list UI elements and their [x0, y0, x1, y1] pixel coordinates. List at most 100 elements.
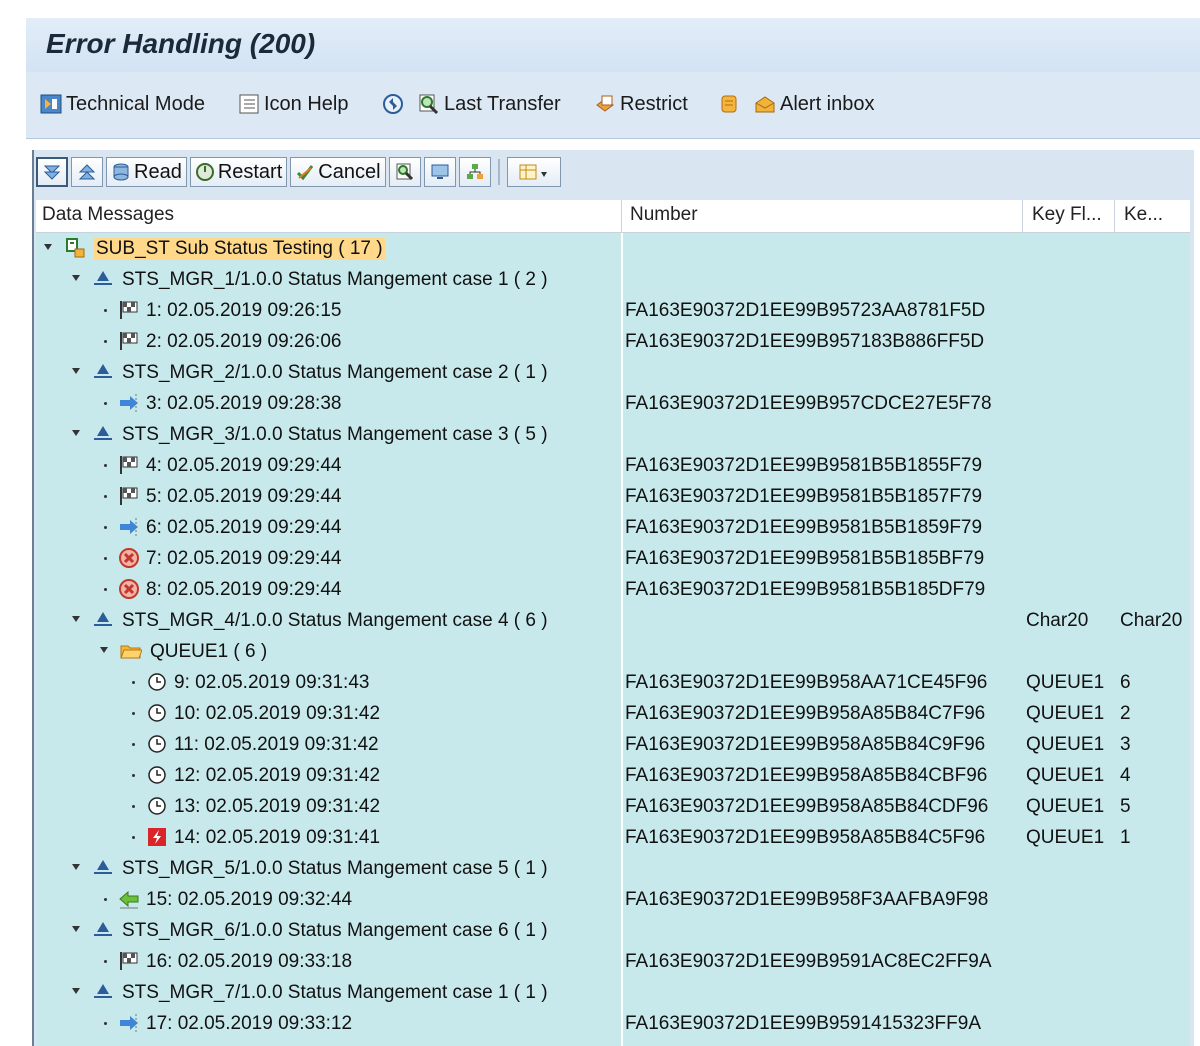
message-row[interactable]: 12: 02.05.2019 09:31:42 FA163E90372D1EE9…: [36, 760, 1190, 791]
service-icon: [66, 238, 85, 258]
message-number: FA163E90372D1EE99B9581B5B185DF79: [625, 579, 986, 600]
tree-dot: [104, 309, 107, 312]
message-row[interactable]: 1: 02.05.2019 09:26:15 FA163E90372D1EE99…: [36, 295, 1190, 326]
message-row[interactable]: 17: 02.05.2019 09:33:12 FA163E90372D1EE9…: [36, 1008, 1190, 1039]
tree-root-row[interactable]: SUB_ST Sub Status Testing ( 17 ): [36, 233, 1190, 264]
error-icon: [148, 828, 166, 846]
message-row[interactable]: 3: 02.05.2019 09:28:38 FA163E90372D1EE99…: [36, 388, 1190, 419]
technical-mode-button[interactable]: Technical Mode: [40, 90, 205, 118]
message-row[interactable]: 8: 02.05.2019 09:29:44 FA163E90372D1EE99…: [36, 574, 1190, 605]
message-row[interactable]: 2: 02.05.2019 09:26:06 FA163E90372D1EE99…: [36, 326, 1190, 357]
details-button[interactable]: [388, 157, 421, 187]
cancel-button[interactable]: Cancel: [290, 157, 386, 187]
expand-arrow-icon[interactable]: [72, 368, 80, 374]
restart-icon: [195, 163, 214, 181]
layout-button[interactable]: [506, 157, 561, 187]
tree-dot: [104, 588, 107, 591]
magnifier-icon: [419, 94, 439, 115]
message-row[interactable]: 16: 02.05.2019 09:33:18 FA163E90372D1EE9…: [36, 946, 1190, 977]
read-icon: [113, 163, 129, 181]
message-row[interactable]: 7: 02.05.2019 09:29:44 FA163E90372D1EE99…: [36, 543, 1190, 574]
icon-help-button[interactable]: Icon Help: [238, 90, 349, 118]
interface-icon: [94, 984, 112, 998]
message-number: FA163E90372D1EE99B95723AA8781F5D: [625, 300, 986, 321]
message-row[interactable]: 4: 02.05.2019 09:29:44 FA163E90372D1EE99…: [36, 450, 1190, 481]
collapse-all-button[interactable]: [71, 157, 103, 187]
restrict-button[interactable]: Restrict: [594, 90, 688, 118]
message-row[interactable]: 15: 02.05.2019 09:32:44 FA163E90372D1EE9…: [36, 884, 1190, 915]
icon-help-label: Icon Help: [264, 92, 349, 115]
message-row[interactable]: 13: 02.05.2019 09:31:42 FA163E90372D1EE9…: [36, 791, 1190, 822]
column-divider[interactable]: [1114, 200, 1115, 232]
group-label: STS_MGR_3/1.0.0 Status Mangement case 3 …: [122, 424, 548, 445]
tree-dot: [104, 557, 107, 560]
group-row[interactable]: STS_MGR_7/1.0.0 Status Mangement case 1 …: [36, 977, 1190, 1008]
message-row[interactable]: 10: 02.05.2019 09:31:42 FA163E90372D1EE9…: [36, 698, 1190, 729]
column-number[interactable]: Number: [630, 204, 698, 226]
technical-mode-label: Technical Mode: [66, 92, 205, 115]
message-row[interactable]: 6: 02.05.2019 09:29:44 FA163E90372D1EE99…: [36, 512, 1190, 543]
message-label: 4: 02.05.2019 09:29:44: [146, 455, 342, 476]
message-label: 10: 02.05.2019 09:31:42: [174, 703, 381, 724]
expand-arrow-icon[interactable]: [72, 275, 80, 281]
folder-icon: [120, 645, 142, 659]
display-button[interactable]: [423, 157, 456, 187]
interface-icon: [94, 922, 112, 936]
key-field: QUEUE1: [1026, 703, 1105, 724]
alert-inbox-label: Alert inbox: [780, 92, 875, 115]
group-row[interactable]: STS_MGR_5/1.0.0 Status Mangement case 5 …: [36, 853, 1190, 884]
group-row[interactable]: STS_MGR_3/1.0.0 Status Mangement case 3 …: [36, 419, 1190, 450]
tree-dot: [104, 526, 107, 529]
tree-dot: [132, 774, 135, 777]
expand-arrow-icon[interactable]: [72, 864, 80, 870]
expand-arrow-icon[interactable]: [100, 647, 108, 653]
group-row[interactable]: STS_MGR_6/1.0.0 Status Mangement case 6 …: [36, 915, 1190, 946]
message-number: FA163E90372D1EE99B9591415323FF9A: [625, 1013, 981, 1034]
group-row[interactable]: STS_MGR_4/1.0.0 Status Mangement case 4 …: [36, 605, 1190, 636]
collapse-icon: [78, 164, 96, 180]
message-row[interactable]: 9: 02.05.2019 09:31:43 FA163E90372D1EE99…: [36, 667, 1190, 698]
column-ke[interactable]: Ke...: [1124, 204, 1163, 226]
expand-arrow-icon[interactable]: [72, 430, 80, 436]
hierarchy-icon: [466, 164, 483, 179]
refresh-button[interactable]: [382, 90, 408, 118]
expand-arrow-icon[interactable]: [72, 616, 80, 622]
expand-all-button[interactable]: [36, 157, 68, 187]
expand-arrow-icon[interactable]: [72, 988, 80, 994]
group-label: STS_MGR_2/1.0.0 Status Mangement case 2 …: [122, 362, 548, 383]
group-row[interactable]: STS_MGR_1/1.0.0 Status Mangement case 1 …: [36, 264, 1190, 295]
key-field: QUEUE1: [1026, 672, 1105, 693]
tree-dot: [104, 495, 107, 498]
message-tree: SUB_ST Sub Status Testing ( 17 ) STS_MGR…: [36, 233, 1190, 1046]
column-data-messages[interactable]: Data Messages: [42, 204, 174, 226]
expand-arrow-icon[interactable]: [72, 926, 80, 932]
restart-label: Restart: [217, 160, 283, 183]
scroll-button[interactable]: [718, 90, 744, 118]
toolbar-separator: [497, 159, 500, 185]
message-row[interactable]: 14: 02.05.2019 09:31:41 FA163E90372D1EE9…: [36, 822, 1190, 853]
column-key-fl[interactable]: Key Fl...: [1032, 204, 1102, 226]
refresh-icon: [383, 94, 403, 114]
read-button[interactable]: Read: [106, 157, 187, 187]
interface-icon: [94, 364, 112, 378]
message-row[interactable]: 5: 02.05.2019 09:29:44 FA163E90372D1EE99…: [36, 481, 1190, 512]
page-title: Error Handling (200): [46, 28, 316, 59]
queue-row[interactable]: QUEUE1 ( 6 ): [36, 636, 1190, 667]
last-transfer-button[interactable]: Last Transfer: [418, 90, 561, 118]
message-label: 15: 02.05.2019 09:32:44: [146, 889, 353, 910]
forward-arrow-icon: [120, 394, 138, 412]
tree-root-label: SUB_ST Sub Status Testing ( 17 ): [94, 238, 385, 260]
grid-toolbar: Read Restart Cancel: [36, 155, 561, 189]
column-header: Data Messages Number Key Fl... Ke...: [36, 200, 1190, 233]
message-row[interactable]: 11: 02.05.2019 09:31:42 FA163E90372D1EE9…: [36, 729, 1190, 760]
message-label: 6: 02.05.2019 09:29:44: [146, 517, 342, 538]
column-divider[interactable]: [1022, 200, 1023, 232]
alert-inbox-button[interactable]: Alert inbox: [754, 90, 875, 118]
column-divider[interactable]: [621, 200, 622, 232]
hierarchy-button[interactable]: [458, 157, 491, 187]
group-row[interactable]: STS_MGR_2/1.0.0 Status Mangement case 2 …: [36, 357, 1190, 388]
restart-button[interactable]: Restart: [189, 157, 288, 187]
clock-icon: [148, 704, 166, 722]
expand-arrow-icon[interactable]: [44, 244, 52, 250]
tree-dot: [104, 340, 107, 343]
